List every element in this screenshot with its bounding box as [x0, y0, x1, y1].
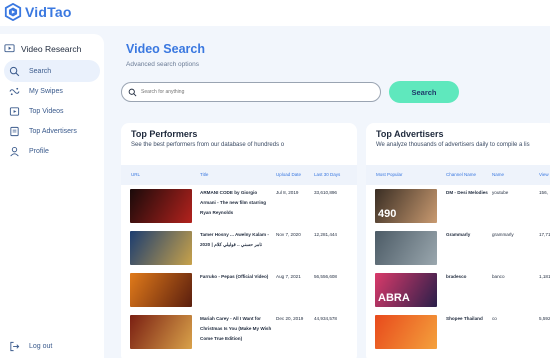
upload-date: Jul 8, 2019: [276, 190, 299, 195]
search-input[interactable]: [141, 89, 361, 95]
video-thumbnail[interactable]: [130, 231, 192, 265]
column-header-name[interactable]: Name: [492, 172, 504, 177]
column-header-last-30-days[interactable]: Last 30 Days: [314, 172, 340, 177]
sidebar-item-top-advertisers[interactable]: Top Advertisers: [4, 120, 100, 142]
top-performers-title: Top Performers: [131, 129, 198, 139]
video-title[interactable]: Tamer Hosny ... Awelny Kalam - 2020 | تا…: [200, 230, 272, 250]
view-count: 17,71: [539, 232, 550, 237]
video-title[interactable]: Farruko - Pepas (Official Video): [200, 272, 272, 282]
search-button[interactable]: Search: [389, 81, 459, 103]
sidebar-item-profile[interactable]: Profile: [4, 140, 100, 162]
table-header: Most Popular Channel Name Name View: [366, 165, 550, 185]
brand-logo[interactable]: VidTao: [4, 3, 72, 21]
column-header-views[interactable]: View: [539, 172, 549, 177]
channel-name[interactable]: Grammarly: [446, 230, 488, 240]
thumbnail-overlay-text: ABRA: [378, 292, 410, 304]
column-header-most-popular[interactable]: Most Popular: [376, 172, 403, 177]
advertiser-thumbnail[interactable]: ABRA: [375, 273, 437, 307]
advanced-search-link[interactable]: Advanced search options: [126, 61, 199, 68]
logout-icon: [10, 341, 20, 351]
sidebar-header: Video Research: [4, 43, 81, 54]
upload-date: Dec 20, 2019: [276, 316, 304, 321]
sidebar-item-label: Top Advertisers: [29, 127, 77, 135]
sidebar-item-label: My Swipes: [29, 87, 63, 95]
channel-name[interactable]: DM - Desi Melodies: [446, 188, 488, 198]
advertiser-icon: [10, 126, 19, 136]
top-performers-subtitle: See the best performers from our databas…: [131, 142, 285, 148]
video-research-icon: [4, 44, 15, 53]
search-icon: [9, 66, 20, 76]
video-thumbnail[interactable]: [130, 273, 192, 307]
view-count: 1,181: [539, 274, 550, 279]
sidebar-item-my-swipes[interactable]: My Swipes: [4, 80, 100, 102]
sidebar-item-label: Search: [29, 67, 52, 75]
swipes-icon: [9, 87, 20, 95]
search-icon: [128, 88, 137, 96]
sidebar: Video Research Search My Swipes Top Vide…: [0, 34, 104, 358]
upload-date: Nov 7, 2020: [276, 232, 301, 237]
advertiser-name: banco: [492, 274, 505, 279]
advertiser-thumbnail[interactable]: [375, 315, 437, 349]
video-thumbnail[interactable]: [130, 189, 192, 223]
table-header: URL Title Upload Date Last 30 Days: [121, 165, 357, 185]
brand-name: VidTao: [25, 4, 72, 20]
vidtao-logo-icon: [4, 3, 22, 21]
top-performers-panel: Top Performers See the best performers f…: [121, 123, 357, 358]
top-advertisers-subtitle: We analyze thousands of advertisers dail…: [376, 142, 530, 148]
column-header-url[interactable]: URL: [131, 172, 140, 177]
column-header-title[interactable]: Title: [200, 172, 208, 177]
column-header-upload-date[interactable]: Upload Date: [276, 172, 301, 177]
column-header-channel-name[interactable]: Channel Name: [446, 172, 476, 177]
view-count: 33,610,896: [314, 190, 337, 195]
upload-date: Aug 7, 2021: [276, 274, 301, 279]
advertiser-name: youtube: [492, 190, 509, 195]
page-title: Video Search: [126, 42, 205, 56]
sidebar-header-label: Video Research: [21, 43, 82, 54]
view-count: 12,281,444: [314, 232, 337, 237]
advertiser-thumbnail[interactable]: [375, 231, 437, 265]
top-advertisers-panel: Top Advertisers We analyze thousands of …: [366, 123, 550, 358]
sidebar-item-label: Top Videos: [29, 107, 64, 115]
sidebar-item-label: Profile: [29, 147, 49, 155]
logout-button[interactable]: Log out: [4, 335, 100, 357]
view-count: 44,934,578: [314, 316, 337, 321]
video-thumbnail[interactable]: [130, 315, 192, 349]
search-bar: [121, 82, 381, 102]
user-icon: [10, 146, 19, 156]
video-icon: [9, 106, 20, 116]
logout-label: Log out: [29, 342, 53, 350]
sidebar-item-search[interactable]: Search: [4, 60, 100, 82]
video-title[interactable]: ARMANI CODE by Giorgio Armani - The new …: [200, 188, 272, 218]
view-count: 56,556,608: [314, 274, 337, 279]
view-count: 5,592: [539, 316, 550, 321]
top-advertisers-title: Top Advertisers: [376, 129, 444, 139]
channel-name[interactable]: Shopee Thailand: [446, 314, 488, 324]
advertiser-name: co: [492, 316, 497, 321]
channel-name[interactable]: bradesco: [446, 272, 488, 282]
sidebar-item-top-videos[interactable]: Top Videos: [4, 100, 100, 122]
top-bar: VidTao: [0, 0, 550, 26]
video-title[interactable]: Mariah Carey - All I Want for Christmas …: [200, 314, 272, 344]
view-count: 156,: [539, 190, 548, 195]
thumbnail-overlay-text: 490: [378, 208, 397, 220]
advertiser-name: grammarly: [492, 232, 514, 237]
advertiser-thumbnail[interactable]: 490: [375, 189, 437, 223]
